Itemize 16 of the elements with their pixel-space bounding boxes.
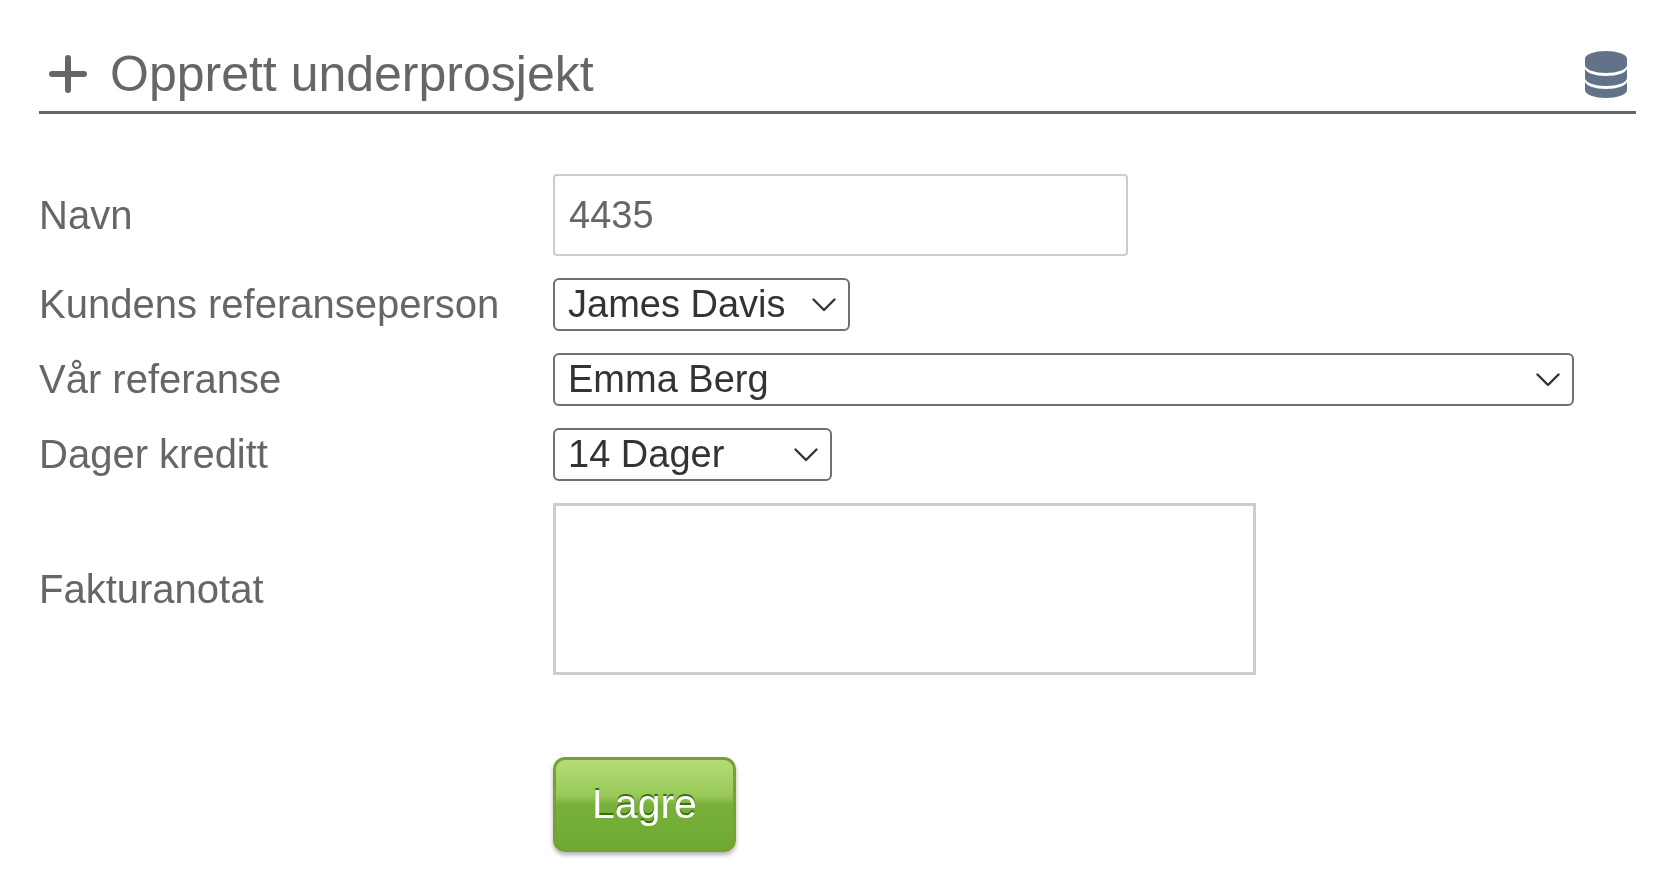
panel-title: Opprett underprosjekt (110, 49, 594, 99)
chevron-down-icon (811, 297, 836, 312)
database-icon (1585, 50, 1627, 98)
field-label: Kundens referanseperson (39, 282, 501, 327)
dropdown[interactable]: 14 Dager (553, 428, 832, 481)
dropdown[interactable]: Emma Berg (553, 353, 1574, 406)
chevron-down-icon (794, 447, 818, 462)
text-field[interactable]: 4435 (553, 174, 1128, 256)
field-label: Dager kreditt (39, 432, 269, 477)
chevron-down-icon (1536, 372, 1560, 387)
field-label: Navn (39, 192, 134, 238)
text-area[interactable] (553, 503, 1256, 675)
dropdown[interactable]: James Davis (553, 278, 850, 331)
field-label: Fakturanotat (39, 566, 265, 612)
plus-icon (49, 55, 87, 93)
field-label: Vår referanse (39, 357, 283, 402)
